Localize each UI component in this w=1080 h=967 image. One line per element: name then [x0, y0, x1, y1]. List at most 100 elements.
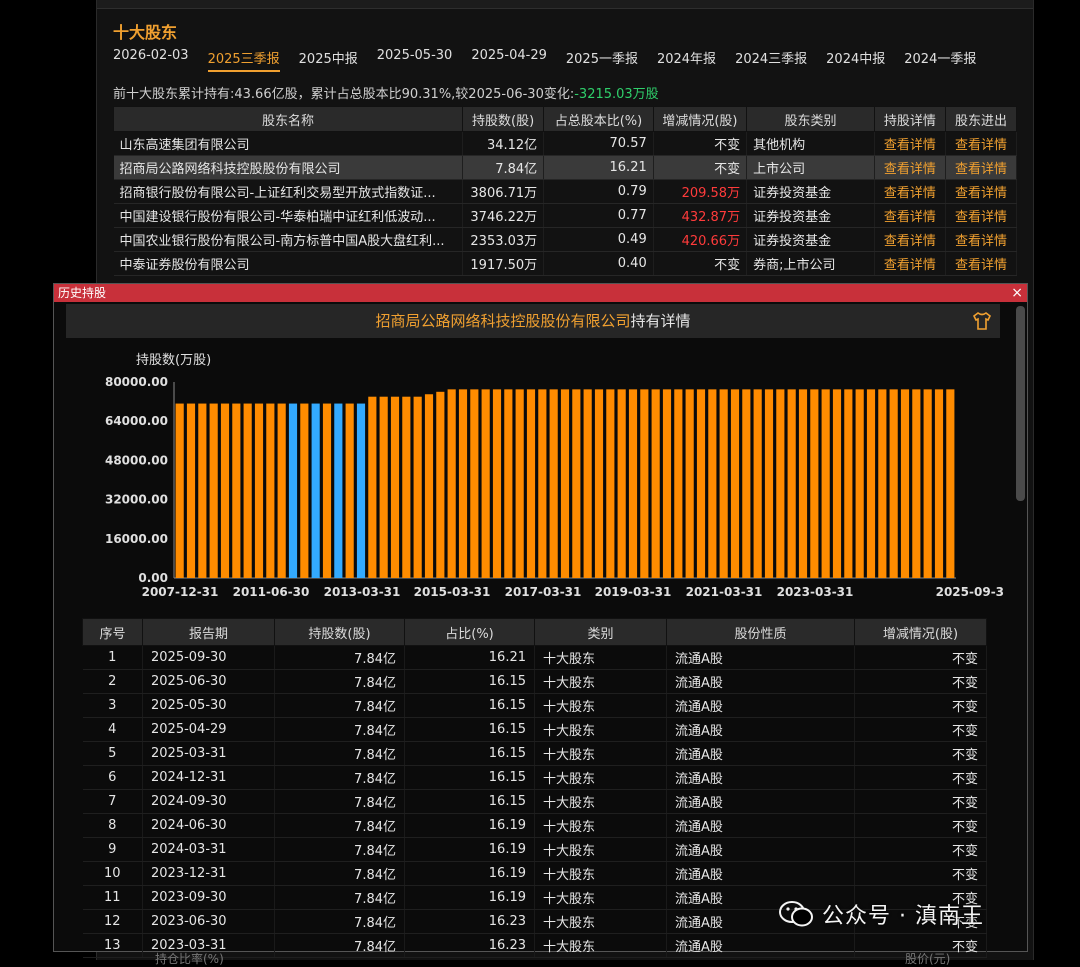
inout-detail-link[interactable]: 查看详情 [945, 131, 1018, 156]
bar[interactable] [470, 389, 479, 578]
tab-report-period[interactable]: 2024一季报 [904, 48, 976, 72]
bar[interactable] [300, 403, 309, 578]
bar[interactable] [504, 389, 513, 578]
bar[interactable] [572, 389, 581, 578]
bar[interactable] [288, 403, 298, 578]
bar[interactable] [277, 403, 286, 578]
bar[interactable] [198, 403, 207, 578]
tab-report-period[interactable]: 2025-05-30 [377, 48, 453, 72]
bar[interactable] [447, 389, 456, 578]
table-row[interactable]: 8 2024-06-30 7.84亿 16.19 十大股东 流通A股 不变 [82, 813, 987, 838]
bar[interactable] [662, 389, 672, 578]
bar[interactable] [889, 389, 898, 578]
bar[interactable] [583, 389, 592, 578]
bar[interactable] [322, 403, 332, 578]
bar[interactable] [606, 389, 615, 578]
column-header[interactable]: 占比(%) [404, 618, 535, 646]
table-row[interactable]: 中国农业银行股份有限公司-南方标普中国A股大盘红利... 2353.03万 0.49… [113, 227, 1018, 252]
inout-detail-link[interactable]: 查看详情 [945, 251, 1018, 276]
bar[interactable] [220, 403, 230, 578]
column-header[interactable]: 报告期 [142, 618, 275, 646]
bar[interactable] [538, 389, 547, 578]
bar[interactable] [798, 389, 808, 578]
shirt-icon[interactable] [972, 311, 992, 331]
bar[interactable] [492, 389, 502, 578]
dialog-scrollbar[interactable] [1016, 306, 1025, 501]
bar[interactable] [424, 394, 434, 578]
bar[interactable] [776, 389, 785, 578]
column-header[interactable]: 股东名称 [112, 106, 464, 132]
bar[interactable] [821, 389, 830, 578]
bar[interactable] [481, 389, 490, 578]
tab-report-period[interactable]: 2026-02-03 [113, 48, 189, 72]
table-row[interactable]: 3 2025-05-30 7.84亿 16.15 十大股东 流通A股 不变 [82, 693, 987, 718]
bar[interactable] [934, 389, 944, 578]
bar[interactable] [900, 389, 910, 578]
column-header[interactable]: 增减情况(股) [854, 618, 987, 646]
inout-detail-link[interactable]: 查看详情 [945, 179, 1018, 204]
table-row[interactable]: 招商局公路网络科技控股股份有限公司 7.84亿 16.21 不变 上市公司 查看详情 查看详… [113, 155, 1018, 180]
tab-report-period[interactable]: 2025中报 [299, 48, 358, 72]
table-row[interactable]: 中泰证券股份有限公司 1917.50万 0.40 不变 券商;上市公司 查看详情 查看详情 [113, 251, 1018, 276]
bar[interactable] [844, 389, 853, 578]
column-header[interactable]: 持股详情 [873, 106, 946, 132]
holding-detail-link[interactable]: 查看详情 [874, 251, 946, 276]
bar[interactable] [413, 396, 422, 578]
bar[interactable] [730, 389, 740, 578]
close-icon[interactable]: × [1011, 284, 1023, 302]
bar[interactable] [878, 389, 887, 578]
bar[interactable] [855, 389, 864, 578]
tab-report-period[interactable]: 2025三季报 [207, 48, 280, 72]
bar[interactable] [912, 389, 921, 578]
bar[interactable] [594, 389, 604, 578]
table-row[interactable]: 10 2023-12-31 7.84亿 16.19 十大股东 流通A股 不变 [82, 861, 987, 886]
table-row[interactable]: 1 2025-09-30 7.84亿 16.21 十大股东 流通A股 不变 [82, 645, 987, 670]
holding-detail-link[interactable]: 查看详情 [874, 131, 946, 156]
bar[interactable] [345, 403, 354, 578]
bar[interactable] [390, 396, 400, 578]
column-header[interactable]: 股东进出 [944, 106, 1018, 132]
bar[interactable] [209, 403, 218, 578]
bar[interactable] [379, 396, 388, 578]
bar[interactable] [640, 389, 649, 578]
bar[interactable] [674, 389, 683, 578]
table-row[interactable]: 中国建设银行股份有限公司-华泰柏瑞中证红利低波动... 3746.22万 0.77 4… [113, 203, 1018, 228]
table-row[interactable]: 5 2025-03-31 7.84亿 16.15 十大股东 流通A股 不变 [82, 741, 987, 766]
column-header[interactable]: 占总股本比(%) [543, 106, 654, 132]
holding-detail-link[interactable]: 查看详情 [874, 227, 946, 252]
column-header[interactable]: 持股数(股) [462, 106, 545, 132]
bar[interactable] [719, 389, 728, 578]
bar[interactable] [560, 389, 570, 578]
bar[interactable] [334, 403, 343, 578]
column-header[interactable]: 增减情况(股) [652, 106, 748, 132]
holding-detail-link[interactable]: 查看详情 [874, 155, 946, 180]
bar[interactable] [515, 389, 524, 578]
table-row[interactable]: 招商银行股份有限公司-上证红利交易型开放式指数证... 3806.71万 0.79 2… [113, 179, 1018, 204]
table-row[interactable]: 2 2025-06-30 7.84亿 16.15 十大股东 流通A股 不变 [82, 669, 987, 694]
bar[interactable] [243, 403, 252, 578]
bar[interactable] [175, 403, 184, 578]
column-header[interactable]: 股份性质 [666, 618, 855, 646]
bar[interactable] [311, 403, 320, 578]
bar[interactable] [186, 403, 196, 578]
table-row[interactable]: 7 2024-09-30 7.84亿 16.15 十大股东 流通A股 不变 [82, 789, 987, 814]
bar[interactable] [402, 396, 411, 578]
bar[interactable] [254, 403, 264, 578]
bar[interactable] [628, 389, 638, 578]
inout-detail-link[interactable]: 查看详情 [945, 203, 1018, 228]
column-header[interactable]: 股东类别 [746, 106, 875, 132]
tab-report-period[interactable]: 2024三季报 [735, 48, 807, 72]
tab-report-period[interactable]: 2025-04-29 [471, 48, 547, 72]
bar[interactable] [651, 389, 660, 578]
bar[interactable] [923, 389, 932, 578]
bar[interactable] [832, 389, 842, 578]
dialog-titlebar[interactable]: 历史持股 × [54, 284, 1027, 302]
bar[interactable] [368, 396, 377, 578]
bar[interactable] [946, 389, 955, 578]
bar[interactable] [356, 403, 366, 578]
column-header[interactable]: 类别 [534, 618, 667, 646]
column-header[interactable]: 持股数(股) [274, 618, 405, 646]
bar[interactable] [764, 389, 774, 578]
bar[interactable] [685, 389, 694, 578]
bar[interactable] [549, 389, 558, 578]
